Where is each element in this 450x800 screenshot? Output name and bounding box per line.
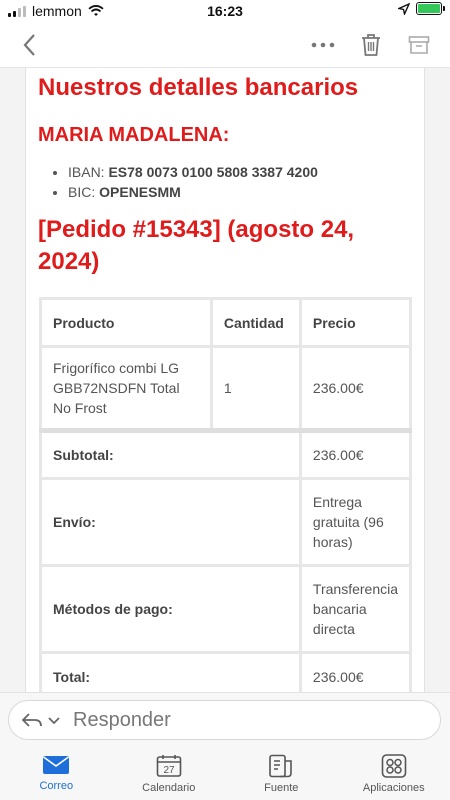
reply-placeholder: Responder [73,708,171,731]
trash-icon [362,34,380,56]
mail-icon [43,756,70,774]
table-header-row: Producto Cantidad Precio [39,297,413,348]
shipping-value: Entrega gratuita (96 horas) [298,477,413,567]
calendar-icon: 27 [156,755,182,777]
total-label: Total: [39,651,302,692]
delete-button[interactable] [358,32,384,58]
summary-row-payment: Métodos de pago: Transferencia bancaria … [39,564,413,654]
svg-text:27: 27 [163,765,175,776]
tab-apps[interactable]: Aplicaciones [338,746,450,800]
reply-input[interactable]: Responder [8,700,441,740]
order-table: Producto Cantidad Precio Frigorífico com… [39,297,413,692]
ellipsis-icon [311,42,335,48]
summary-row-subtotal: Subtotal: 236.00€ [39,428,413,480]
apps-icon [381,754,407,778]
tab-mail[interactable]: Correo [0,746,113,800]
order-heading: [Pedido #15343] (agosto 24, 2024) [38,216,355,275]
status-bar: lemmon 16:23 [0,0,450,22]
tab-calendar[interactable]: 27 Calendario [113,746,226,800]
tab-feed[interactable]: Fuente [225,746,338,800]
iban-value: ES78 0073 0100 5808 3387 4200 [108,164,318,180]
reply-bar: Responder [0,692,450,746]
feed-icon [269,754,293,778]
iban-item: IBAN: ES78 0073 0100 5808 3387 4200 [68,162,318,182]
back-button[interactable] [20,32,44,58]
product-name: Frigorífico combi LG GBB72NSDFN Total No… [39,345,213,432]
tab-calendar-label: Calendario [142,782,196,794]
tab-feed-label: Fuente [264,782,299,794]
tab-apps-label: Aplicaciones [362,782,425,794]
bank-details-list: IBAN: ES78 0073 0100 5808 3387 4200 BIC:… [68,162,318,202]
table-row: Frigorífico combi LG GBB72NSDFN Total No… [39,345,413,432]
archive-icon [408,36,430,54]
reply-arrow-icon[interactable] [21,712,43,728]
clock: 16:23 [207,3,243,19]
payment-label: Métodos de pago: [39,564,302,654]
battery-icon [416,2,445,15]
bank-details-heading: Nuestros detalles bancarios [38,74,359,101]
mail-toolbar [0,22,450,68]
more-options-button[interactable] [310,32,336,58]
bic-item: BIC: OPENESMM [68,182,318,202]
header-product: Producto [39,297,213,348]
chevron-down-icon[interactable] [47,715,61,725]
tab-mail-label: Correo [39,780,74,792]
email-card: Nuestros detalles bancarios MARIA MADALE… [25,68,425,692]
product-quantity: 1 [209,345,302,432]
account-holder-heading: MARIA MADALENA: [38,124,230,146]
total-value: 236.00€ [298,651,413,692]
product-price: 236.00€ [298,345,413,432]
subtotal-label: Subtotal: [39,428,302,480]
location-arrow-icon [398,2,410,15]
subtotal-value: 236.00€ [298,428,413,480]
archive-button[interactable] [406,32,432,58]
summary-row-total: Total: 236.00€ [39,651,413,692]
summary-row-shipping: Envío: Entrega gratuita (96 horas) [39,477,413,567]
email-body: Nuestros detalles bancarios MARIA MADALE… [0,68,450,692]
header-quantity: Cantidad [209,297,302,348]
header-price: Precio [298,297,413,348]
payment-value: Transferencia bancaria directa [298,564,413,654]
bic-value: OPENESMM [99,184,181,200]
bottom-tab-bar: Correo 27 Calendario Fuente Aplicaciones [0,746,450,800]
shipping-label: Envío: [39,477,302,567]
chevron-left-icon [23,34,35,56]
